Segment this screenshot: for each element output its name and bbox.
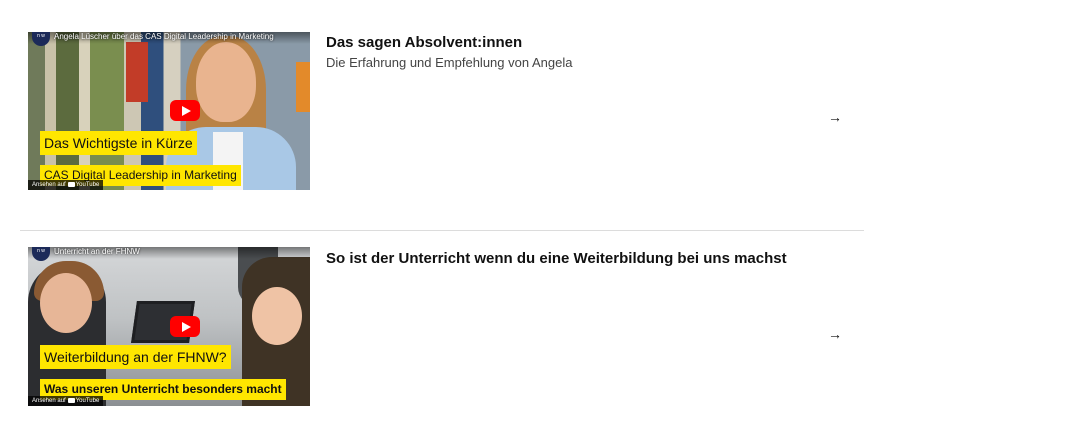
video-card: n w Unterricht an der FHNW Weiterbildung… (20, 231, 864, 436)
card-title: Das sagen Absolvent:innen (326, 34, 523, 51)
card-text: So ist der Unterricht wenn du eine Weite… (326, 249, 846, 269)
card-subtitle: Die Erfahrung und Empfehlung von Angela (326, 55, 573, 70)
video-title[interactable]: Unterricht an der FHNW (54, 247, 140, 257)
play-icon[interactable] (170, 100, 200, 121)
video-card: n w Angela Lüscher über das CAS Digital … (20, 0, 864, 200)
painting-decoration (296, 62, 310, 112)
painting-decoration (126, 42, 148, 102)
play-icon[interactable] (170, 316, 200, 337)
youtube-icon (67, 181, 75, 187)
video-thumbnail[interactable]: n w Angela Lüscher über das CAS Digital … (28, 32, 310, 190)
arrow-right-icon[interactable]: → (828, 110, 842, 124)
watch-on-youtube-link[interactable]: Ansehen auf YouTube (28, 396, 104, 406)
video-caption-primary: Das Wichtigste in Kürze (40, 131, 197, 155)
video-title[interactable]: Angela Lüscher über das CAS Digital Lead… (54, 32, 274, 42)
watch-on-youtube-link[interactable]: Ansehen auf YouTube (28, 180, 104, 190)
watch-on-label: Ansehen auf (32, 398, 66, 404)
watch-on-label: Ansehen auf (32, 182, 66, 188)
card-text: Das sagen Absolvent:innen Die Erfahrung … (326, 33, 846, 72)
video-thumbnail[interactable]: n w Unterricht an der FHNW Weiterbildung… (28, 247, 310, 406)
card-title: So ist der Unterricht wenn du eine Weite… (326, 250, 787, 267)
platform-label: YouTube (75, 398, 100, 404)
person-face (196, 42, 256, 122)
platform-label: YouTube (75, 182, 100, 188)
youtube-icon (67, 397, 75, 403)
person-right-face (252, 287, 302, 345)
person-left-face (40, 273, 92, 333)
arrow-right-icon[interactable]: → (828, 327, 842, 341)
video-caption-primary: Weiterbildung an der FHNW? (40, 345, 231, 369)
